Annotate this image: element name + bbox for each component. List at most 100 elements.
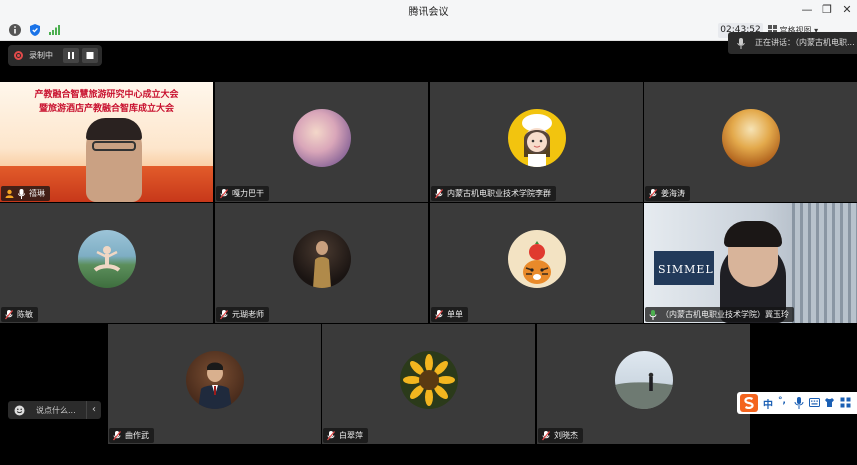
speaker-hair — [724, 221, 782, 247]
tiger-cartoon-avatar — [522, 241, 551, 284]
participant-nametag: 内蒙古机电职业技术学院李群 — [431, 186, 556, 201]
mic-muted-icon — [220, 189, 228, 199]
presenter-hair — [86, 118, 142, 140]
mic-muted-icon — [220, 310, 228, 320]
banner-line-2: 暨旅游酒店产教融合智库成立大会 — [38, 104, 174, 114]
shield-icon[interactable] — [28, 23, 42, 37]
toolbox-grid-icon[interactable] — [840, 397, 851, 408]
keyboard-icon[interactable] — [809, 397, 820, 408]
user-icon — [5, 189, 14, 198]
title-bar: 腾讯会议 — ❐ ✕ — [0, 0, 857, 20]
participant-name: 姜海涛 — [661, 189, 685, 198]
participant-name: 元瑚老师 — [232, 310, 264, 319]
mic-muted-icon — [649, 189, 657, 199]
chat-input[interactable]: 说点什么... — [36, 405, 76, 416]
ime-punctuation-toggle[interactable]: °, — [778, 396, 786, 406]
participant-tile[interactable]: 单单 — [430, 203, 643, 323]
participant-nametag: 禧琳 — [1, 186, 50, 201]
participant-tile[interactable]: 元瑚老师 — [215, 203, 428, 323]
participant-avatar — [399, 351, 458, 409]
pause-icon — [68, 52, 74, 59]
pause-recording-button[interactable] — [63, 48, 79, 63]
curtain-backdrop — [792, 203, 857, 323]
participant-nametag: 陈敏 — [1, 307, 38, 322]
participant-name: 刘晓杰 — [554, 431, 578, 440]
mic-muted-icon — [327, 431, 335, 441]
stop-icon — [86, 52, 94, 59]
meeting-window: 腾讯会议 — ❐ ✕ 02:43:52 宫格视图 ▾ 录制中 正在讲话：（内蒙古… — [0, 0, 857, 465]
participant-name: 白翠萍 — [339, 431, 363, 440]
ime-language-toggle[interactable]: 中 — [763, 396, 773, 411]
yoga-pose-avatar — [93, 246, 120, 272]
participant-nametag: （内蒙古机电职业技术学院）冀玉玲 — [645, 307, 794, 322]
participant-tile[interactable]: 内蒙古机电职业技术学院李群 — [430, 82, 643, 202]
participant-avatar — [292, 109, 351, 167]
cartoon-chef-avatar — [521, 114, 552, 167]
participant-tile[interactable]: 嘎力巴干 — [215, 82, 428, 202]
close-button[interactable]: ✕ — [836, 1, 857, 19]
participant-nametag: 刘晓杰 — [538, 428, 583, 443]
participant-name: 单单 — [447, 310, 463, 319]
mic-muted-icon — [113, 431, 121, 441]
signal-icon[interactable] — [47, 23, 61, 37]
collapse-chat-button[interactable]: ‹ — [86, 401, 101, 419]
microphone-icon — [18, 189, 25, 199]
maximize-button[interactable]: ❐ — [816, 1, 838, 19]
mic-active-icon — [649, 310, 657, 320]
participant-name: 嘎力巴干 — [232, 189, 264, 198]
mic-muted-icon — [5, 310, 13, 320]
info-icon[interactable] — [8, 23, 22, 37]
participant-name: 禧琳 — [29, 189, 45, 198]
participant-name: 陈敏 — [17, 310, 33, 319]
participant-tile[interactable]: 白翠萍 — [322, 324, 535, 444]
backdrop-text: SIMMEL — [658, 263, 714, 276]
participant-avatar — [614, 351, 673, 409]
record-icon — [14, 51, 23, 60]
participant-tile[interactable]: 陈敏 — [0, 203, 213, 323]
participant-nametag: 元瑚老师 — [216, 307, 269, 322]
ime-toolbar[interactable]: 中 °, — [737, 392, 857, 414]
speaking-text: 正在讲话：（内蒙古机电职... — [755, 38, 855, 47]
participant-nametag: 曲作武 — [109, 428, 154, 443]
participant-nametag: 嘎力巴干 — [216, 186, 269, 201]
participant-tile[interactable]: 产教融合智慧旅游研究中心成立大会 暨旅游酒店产教融合智库成立大会 禧琳 — [0, 82, 213, 202]
portrait-avatar — [197, 362, 232, 409]
minimize-button[interactable]: — — [796, 1, 818, 19]
participant-name: 内蒙古机电职业技术学院李群 — [447, 189, 551, 198]
recording-indicator: 录制中 — [8, 45, 102, 66]
participant-avatar — [507, 109, 566, 167]
sunflower-avatar — [402, 354, 455, 406]
mic-muted-icon — [435, 189, 443, 199]
emoji-icon[interactable] — [14, 405, 25, 416]
portrait-avatar — [312, 241, 331, 288]
participant-name: 曲作武 — [125, 431, 149, 440]
participant-name: （内蒙古机电职业技术学院）冀玉玲 — [661, 310, 789, 319]
participant-nametag: 姜海涛 — [645, 186, 690, 201]
participant-tile[interactable]: 姜海涛 — [644, 82, 857, 202]
participant-avatar — [721, 109, 780, 167]
speaking-banner: 正在讲话：（内蒙古机电职... — [728, 32, 857, 54]
mic-muted-icon — [435, 310, 443, 320]
participant-nametag: 白翠萍 — [323, 428, 368, 443]
participant-tile[interactable]: 曲作武 — [108, 324, 321, 444]
banner-line-1: 产教融合智慧旅游研究中心成立大会 — [34, 90, 179, 100]
window-title: 腾讯会议 — [408, 7, 449, 18]
stop-recording-button[interactable] — [82, 48, 98, 63]
sogou-logo-icon[interactable] — [740, 394, 758, 412]
participant-tile[interactable]: 刘晓杰 — [537, 324, 750, 444]
participant-avatar — [185, 351, 244, 409]
participant-avatar — [77, 230, 136, 288]
participant-tile-active-speaker[interactable]: SIMMEL （内蒙古机电职业技术学院）冀玉玲 — [644, 203, 857, 323]
mic-muted-icon — [542, 431, 550, 441]
participant-avatar — [507, 230, 566, 288]
skin-shirt-icon[interactable] — [824, 397, 835, 408]
voice-input-icon[interactable] — [794, 397, 804, 409]
participant-nametag: 单单 — [431, 307, 468, 322]
presenter-glasses — [92, 141, 136, 151]
recording-label: 录制中 — [29, 51, 53, 60]
microphone-icon — [737, 38, 745, 49]
participant-avatar — [292, 230, 351, 288]
chat-input-bar[interactable]: 说点什么... ‹ — [8, 401, 101, 419]
backdrop-banner: 产教融合智慧旅游研究中心成立大会 暨旅游酒店产教融合智库成立大会 — [0, 88, 213, 116]
standing-person-avatar — [614, 372, 673, 409]
